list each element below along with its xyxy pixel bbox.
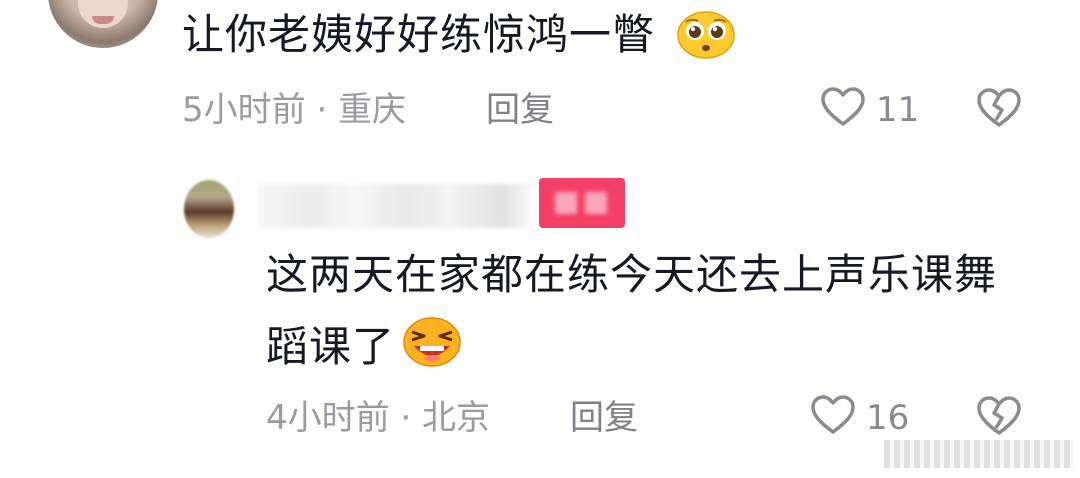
reply-text-line-2: 蹈课了 (266, 322, 396, 371)
time-location: 5小时前 · 重庆 (182, 90, 407, 130)
comment-text: 让你老姨好好练惊鸿一瞥 (182, 10, 656, 59)
reply-time-location: 4小时前 · 北京 (266, 398, 491, 438)
reply-button[interactable]: 回复 (486, 90, 554, 130)
pleading-face-emoji (677, 11, 735, 59)
reply-avatar[interactable] (184, 180, 234, 238)
reply-username-blurred[interactable] (258, 184, 530, 228)
dislike-broken-heart-icon[interactable] (976, 86, 1022, 130)
watermark-blurred (884, 440, 1074, 468)
dislike-broken-heart-icon[interactable] (976, 394, 1022, 438)
author-badge-blurred (539, 178, 625, 228)
heart-icon[interactable] (810, 394, 856, 436)
reply-text-line-1: 这两天在家都在练今天还去上声乐课舞 (266, 250, 998, 299)
heart-icon[interactable] (820, 86, 866, 128)
avatar[interactable] (48, 0, 158, 48)
like-count-2: 16 (866, 398, 910, 438)
reply-button-2[interactable]: 回复 (570, 398, 638, 438)
like-count: 11 (876, 90, 920, 130)
laughing-face-emoji (403, 317, 461, 367)
